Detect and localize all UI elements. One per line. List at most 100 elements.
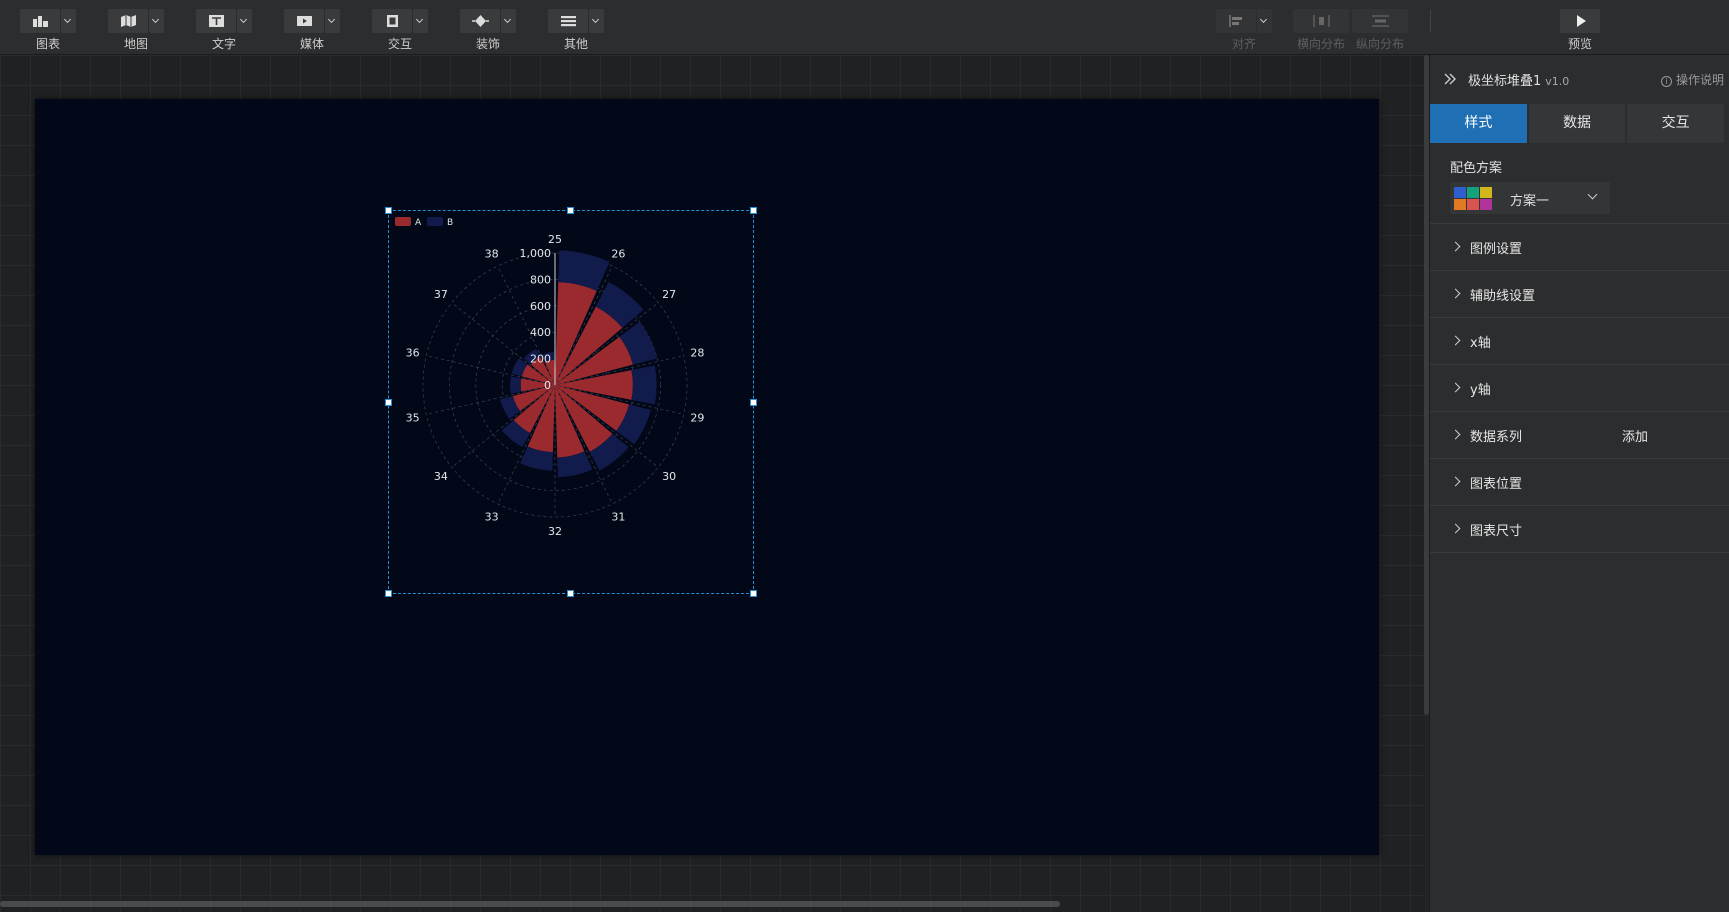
canvas-area[interactable]: 0 200 400 600 800 1,000 25 26 27 28 29 30 31 32 33 34 35…: [0, 55, 1429, 912]
category-label: 37: [434, 288, 448, 301]
radial-tick-label: 0: [544, 379, 551, 392]
top-toolbar: 图表 地图 文字 媒体 交互 装饰 其他 对齐 横向分布 纵向分布 预览: [0, 0, 1729, 55]
chevron-right-icon: [1450, 288, 1461, 299]
tool-decoration[interactable]: 装饰: [460, 9, 520, 53]
decoration-button[interactable]: [460, 9, 500, 33]
screen-stage[interactable]: 0 200 400 600 800 1,000 25 26 27 28 29 30 31 32 33 34 35…: [35, 99, 1379, 855]
section-chart-size[interactable]: 图表尺寸: [1430, 506, 1729, 553]
double-chevron-right-icon[interactable]: [1440, 69, 1460, 89]
bar-segment-b: [631, 365, 657, 405]
category-label: 32: [548, 525, 562, 538]
section-label: y轴: [1470, 383, 1491, 398]
section-x-axis[interactable]: x轴: [1430, 318, 1729, 365]
category-label: 25: [548, 233, 562, 246]
color-scheme-label: 配色方案: [1450, 161, 1503, 176]
decoration-dropdown-toggle[interactable]: [501, 9, 516, 33]
map-dropdown-toggle[interactable]: [149, 9, 164, 33]
tab-style[interactable]: 样式: [1430, 104, 1527, 143]
interaction-icon: [387, 15, 398, 27]
add-series-button[interactable]: 添加: [1622, 426, 1648, 445]
polar-stacked-chart-widget[interactable]: 0 200 400 600 800 1,000 25 26 27 28 29 30 31 32 33 34 35…: [385, 207, 757, 597]
resize-handle-top-right[interactable]: [750, 207, 757, 214]
chart-dropdown-toggle[interactable]: [61, 9, 76, 33]
v-distribute-button[interactable]: [1352, 9, 1408, 33]
other-dropdown-toggle[interactable]: [589, 9, 604, 33]
tool-label: 纵向分布: [1355, 37, 1404, 51]
chevron-right-icon: [1450, 241, 1461, 252]
tool-preview[interactable]: 预览: [1560, 9, 1620, 53]
swatch-color: [1467, 199, 1479, 210]
bar-segment-b: [510, 376, 522, 394]
swatch-color: [1480, 199, 1492, 210]
chevron-right-icon: [1450, 523, 1461, 534]
resize-handle-bottom-right[interactable]: [750, 590, 757, 597]
tool-interaction[interactable]: 交互: [372, 9, 432, 53]
category-label: 30: [662, 470, 676, 483]
component-version: v1.0: [1545, 75, 1570, 88]
polar-stacked-bar-chart[interactable]: 0 200 400 600 800 1,00025 26 27 28 29 30 31 32 33 34 35…: [389, 211, 753, 593]
align-dropdown-toggle[interactable]: [1257, 9, 1272, 33]
component-name: 极坐标堆叠1: [1468, 74, 1542, 89]
section-label: 图表尺寸: [1470, 524, 1523, 539]
tool-align[interactable]: 对齐: [1216, 9, 1276, 53]
chart-button[interactable]: [20, 9, 60, 33]
tab-data[interactable]: 数据: [1528, 104, 1626, 143]
section-y-axis[interactable]: y轴: [1430, 365, 1729, 412]
section-legend[interactable]: 图例设置: [1430, 224, 1729, 271]
color-swatch: [1454, 187, 1494, 211]
resize-handle-bottom[interactable]: [567, 590, 574, 597]
resize-handle-top[interactable]: [567, 207, 574, 214]
map-button[interactable]: [108, 9, 148, 33]
radial-tick-label: 600: [530, 300, 551, 313]
color-scheme-select[interactable]: 方案一: [1450, 182, 1610, 214]
section-chart-position[interactable]: 图表位置: [1430, 459, 1729, 506]
radial-tick-label: 400: [530, 326, 551, 339]
h-distribute-button[interactable]: [1293, 9, 1349, 33]
resize-handle-bottom-left[interactable]: [385, 590, 392, 597]
chevron-right-icon: [1450, 429, 1461, 440]
panel-tabs: 样式 数据 交互: [1430, 104, 1726, 143]
other-button[interactable]: [548, 9, 588, 33]
legend-label: B: [447, 218, 453, 228]
tool-media[interactable]: 媒体: [284, 9, 344, 53]
horizontal-scrollbar[interactable]: [0, 901, 1060, 907]
text-icon: [209, 15, 224, 27]
swatch-color: [1467, 187, 1479, 198]
tool-label: 图表: [35, 37, 60, 51]
media-dropdown-toggle[interactable]: [325, 9, 340, 33]
tool-label: 横向分布: [1296, 37, 1345, 51]
tool-other[interactable]: 其他: [548, 9, 608, 53]
interaction-button[interactable]: [372, 9, 412, 33]
panel-header: 极坐标堆叠1 v1.0 i 操作说明: [1430, 55, 1729, 103]
interaction-dropdown-toggle[interactable]: [413, 9, 428, 33]
category-label: 33: [485, 511, 499, 524]
v-distribute-icon: [1372, 15, 1389, 27]
tool-label: 文字: [211, 37, 236, 51]
category-label: 34: [434, 470, 448, 483]
media-button[interactable]: [284, 9, 324, 33]
resize-handle-right[interactable]: [750, 399, 757, 406]
section-guides[interactable]: 辅助线设置: [1430, 271, 1729, 318]
map-icon: [121, 15, 136, 27]
tool-chart[interactable]: 图表: [20, 9, 80, 53]
text-dropdown-toggle[interactable]: [237, 9, 252, 33]
radial-tick-label: 800: [530, 273, 551, 286]
resize-handle-top-left[interactable]: [385, 207, 392, 214]
align-button[interactable]: [1216, 9, 1256, 33]
tool-text[interactable]: 文字: [196, 9, 256, 53]
category-label: 35: [406, 411, 420, 424]
text-button[interactable]: [196, 9, 236, 33]
tool-label: 媒体: [299, 37, 324, 51]
help-link[interactable]: i 操作说明: [1660, 71, 1724, 88]
help-label: 操作说明: [1675, 73, 1724, 87]
section-data-series[interactable]: 数据系列 添加: [1430, 412, 1729, 459]
tool-label: 对齐: [1231, 37, 1256, 51]
preview-button[interactable]: [1560, 9, 1600, 33]
category-label: 36: [406, 347, 420, 360]
tab-interaction[interactable]: 交互: [1627, 104, 1725, 143]
section-label: 数据系列: [1470, 430, 1523, 445]
swatch-color: [1454, 199, 1466, 210]
tool-map[interactable]: 地图: [108, 9, 168, 53]
resize-handle-left[interactable]: [385, 399, 392, 406]
category-label: 28: [690, 347, 704, 360]
